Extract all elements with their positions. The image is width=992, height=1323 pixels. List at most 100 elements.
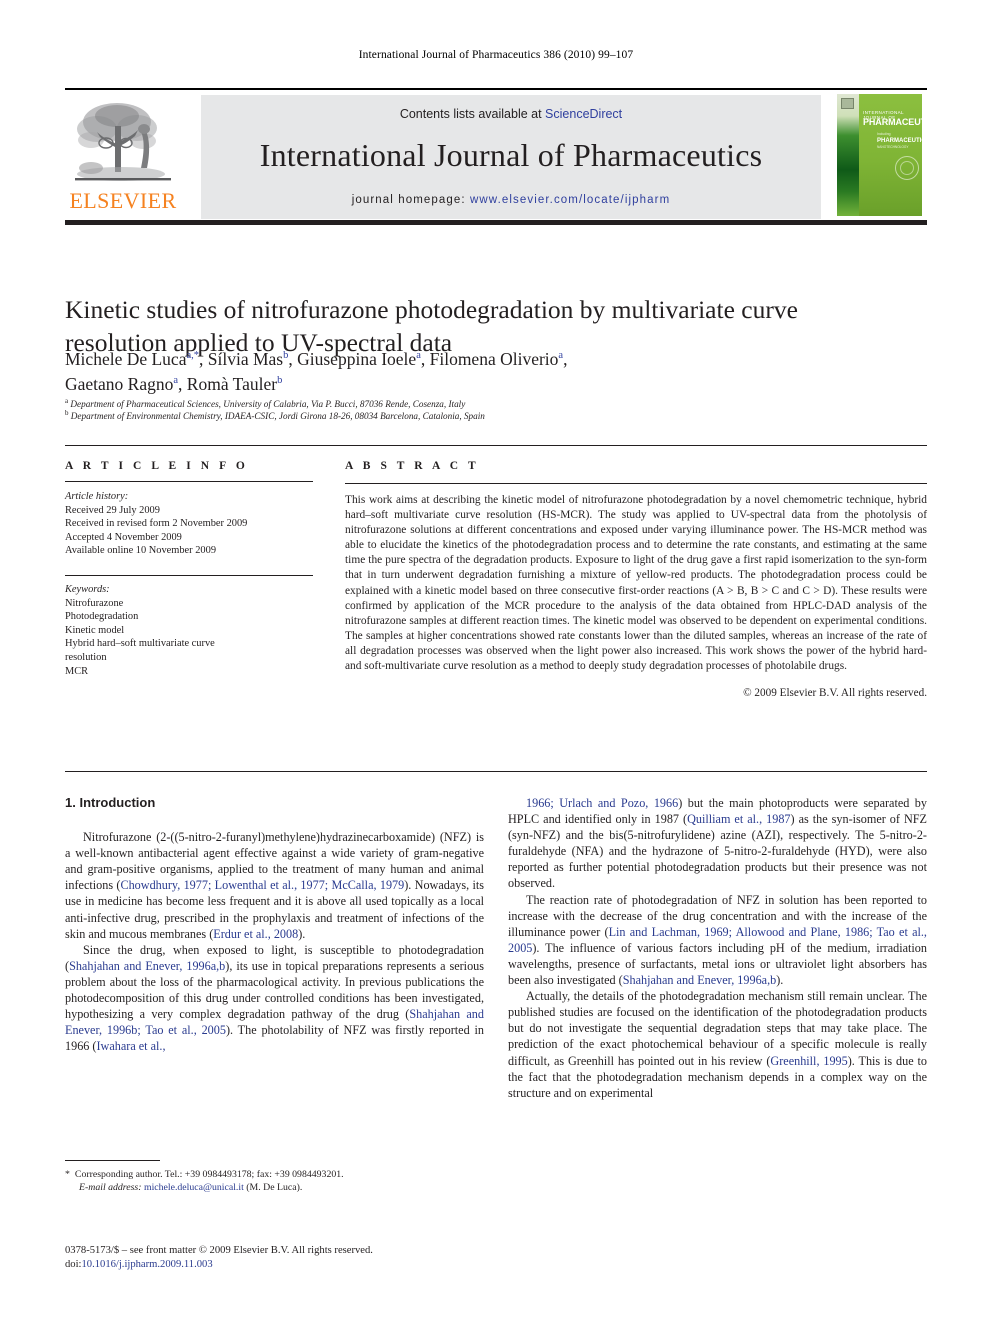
cover-line5: NANOTECHNOLOGY (877, 145, 909, 149)
paragraph: Nitrofurazone (2-((5-nitro-2-furanyl)met… (65, 829, 484, 942)
journal-article-page: International Journal of Pharmaceutics 3… (0, 0, 992, 1323)
paragraph: Since the drug, when exposed to light, i… (65, 942, 484, 1055)
journal-masthead: ELSEVIER Contents lists available at Sci… (65, 88, 927, 225)
history-item: Received in revised form 2 November 2009 (65, 518, 248, 530)
keyword-item: MCR (65, 665, 89, 677)
email-label: E-mail address: (79, 1182, 142, 1193)
body-column-left: 1. Introduction Nitrofurazone (2-((5-nit… (65, 795, 484, 1054)
doi-label: doi: (65, 1259, 82, 1270)
keyword-item: Photodegradation (65, 611, 139, 623)
article-history-label: Article history: (65, 491, 129, 502)
affiliation-b-text: Department of Environmental Chemistry, I… (70, 411, 485, 422)
citation-link[interactable]: Erdur et al., 2008 (213, 927, 298, 941)
doi-line: doi:10.1016/j.ijpharm.2009.11.003 (65, 1258, 525, 1272)
abstract-rule (345, 483, 927, 484)
citation-link[interactable]: Greenhill, 1995 (770, 1054, 847, 1068)
article-history: Article history: Received 29 July 2009 R… (65, 490, 313, 558)
keyword-item: resolution (65, 651, 107, 663)
author-4: , Filomena Oliverio (420, 349, 559, 369)
author-5: Gaetano Ragno (65, 374, 174, 394)
sciencedirect-link[interactable]: ScienceDirect (545, 107, 622, 121)
paragraph: 1966; Urlach and Pozo, 1966) but the mai… (508, 795, 927, 892)
email-suffix: (M. De Luca). (246, 1182, 303, 1193)
journal-homepage-line: journal homepage: www.elsevier.com/locat… (201, 194, 821, 206)
author-2: , Sílvia Mas (199, 349, 284, 369)
author-6: , Romà Tauler (178, 374, 278, 394)
test-tube-cap (841, 98, 854, 109)
info-section-top-rule (65, 445, 927, 446)
paragraph: Actually, the details of the photodegrad… (508, 988, 927, 1101)
elsevier-logo: ELSEVIER (65, 94, 181, 216)
keyword-item: Hybrid hard–soft multivariate curve (65, 638, 215, 650)
abstract-bottom-rule (65, 771, 927, 772)
history-item: Available online 10 November 2009 (65, 545, 217, 557)
affiliation-a: a Department of Pharmaceutical Sciences,… (65, 396, 925, 410)
corresponding-author-text: Corresponding author. Tel.: +39 09844931… (74, 1169, 344, 1180)
masthead-bottom-rule (65, 220, 927, 225)
email-link[interactable]: michele.deluca@unical.it (144, 1182, 244, 1193)
cover-emblem-icon (895, 156, 919, 180)
footnote-line-2: E-mail address: michele.deluca@unical.it… (65, 1181, 484, 1194)
homepage-url-link[interactable]: www.elsevier.com/locate/ijpharm (470, 194, 670, 206)
contents-list-line: Contents lists available at ScienceDirec… (201, 107, 821, 121)
keywords-block: Keywords: Nitrofurazone Photodegradation… (65, 574, 313, 678)
keywords-rule (65, 574, 313, 576)
journal-cover-art: INTERNATIONAL JOURNAL OF PHARMACEUTICS I… (837, 94, 922, 216)
author-list: Michele De Lucaa,*, Sílvia Mas b , Giusepp… (65, 347, 865, 397)
journal-cover-image: INTERNATIONAL JOURNAL OF PHARMACEUTICS I… (832, 90, 927, 220)
paragraph: The reaction rate of photodegradation of… (508, 892, 927, 989)
citation-link[interactable]: 1966; Urlach and Pozo, 1966 (526, 796, 678, 810)
corresponding-author-footnote: * Corresponding author. Tel.: +39 0984493… (65, 1168, 484, 1194)
test-tube-graphic (837, 94, 859, 216)
page-footer: 0378-5173/$ – see front matter © 2009 El… (65, 1244, 525, 1272)
journal-title: International Journal of Pharmaceutics (259, 137, 763, 173)
elsevier-wordmark: ELSEVIER (69, 188, 177, 213)
footnote-line-1: * Corresponding author. Tel.: +39 0984493… (65, 1168, 484, 1181)
footnote-rule (65, 1160, 160, 1161)
body-column-right: 1966; Urlach and Pozo, 1966) but the mai… (508, 795, 927, 1101)
history-item: Accepted 4 November 2009 (65, 531, 182, 543)
elsevier-tree-icon (75, 103, 171, 181)
abstract-section: A B S T R A C T This work aims at descri… (345, 460, 927, 699)
keywords-label: Keywords: (65, 583, 110, 595)
author-3: , Giuseppina Ioele (288, 349, 417, 369)
citation-link[interactable]: Iwahara et al., (96, 1039, 165, 1053)
citation-link[interactable]: Quilliam et al., 1987 (687, 812, 790, 826)
citation-link[interactable]: Chowdhury, 1977; Lowenthal et al., 1977;… (120, 878, 404, 892)
footnote-star-marker: * (65, 1169, 70, 1180)
article-info-rule (65, 481, 313, 482)
author-6-affil-marker: b (277, 375, 283, 387)
cover-line3: Including (877, 132, 891, 136)
running-head: International Journal of Pharmaceutics 3… (358, 49, 634, 61)
citation-link[interactable]: Shahjahan and Enever, 1996a,b (623, 973, 777, 987)
text-run: ). (776, 973, 784, 988)
section-heading-introduction: 1. Introduction (65, 795, 156, 810)
abstract-heading: A B S T R A C T (345, 460, 480, 472)
affiliations: a Department of Pharmaceutical Sciences,… (65, 396, 925, 423)
keyword-item: Nitrofurazone (65, 597, 124, 609)
article-info-section: A R T I C L E I N F O Article history: R… (65, 460, 313, 678)
keywords-list: Keywords: Nitrofurazone Photodegradation… (65, 583, 313, 678)
issn-copyright-line: 0378-5173/$ – see front matter © 2009 El… (65, 1245, 373, 1256)
cover-line4: PHARMACEUTICAL (877, 138, 922, 144)
cover-line2: PHARMACEUTICS (863, 117, 922, 127)
affiliation-a-text: Department of Pharmaceutical Sciences, U… (70, 399, 466, 409)
doi-link[interactable]: 10.1016/j.ijpharm.2009.11.003 (81, 1259, 212, 1270)
journal-banner: Contents lists available at ScienceDirec… (201, 95, 821, 219)
abstract-copyright: © 2009 Elsevier B.V. All rights reserved… (743, 687, 927, 700)
affiliation-b-marker: b (65, 409, 69, 418)
citation-link[interactable]: Shahjahan and Enever, 1996a,b (69, 959, 225, 973)
author-1: Michele De Luca (65, 349, 187, 369)
affiliation-a-marker: a (65, 396, 69, 405)
abstract-text: This work aims at describing the kinetic… (345, 494, 927, 673)
affiliation-b: b Department of Environmental Chemistry,… (65, 410, 925, 422)
masthead-top-rule (65, 88, 927, 90)
article-info-heading: A R T I C L E I N F O (65, 460, 249, 472)
keyword-item: Kinetic model (65, 624, 125, 636)
text-run: ). (298, 926, 306, 941)
history-item: Received 29 July 2009 (65, 504, 160, 516)
author-1-affil-marker: a,* (186, 350, 200, 362)
author-comma: , (563, 349, 568, 369)
homepage-label: journal homepage: (351, 194, 470, 206)
contents-prefix: Contents lists available at (399, 107, 546, 121)
